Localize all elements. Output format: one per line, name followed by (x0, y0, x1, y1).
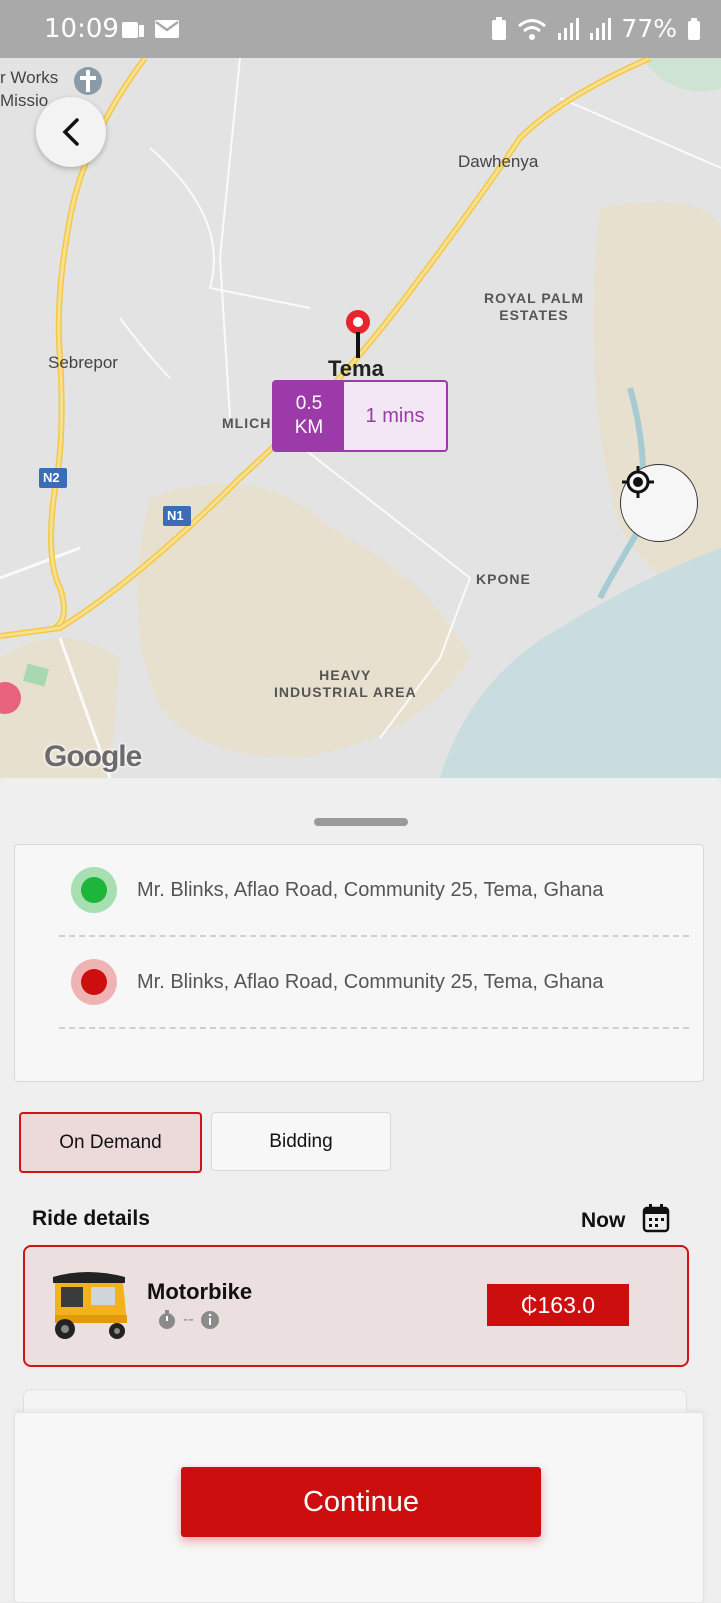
map-label-heavy-industrial: HEAVY INDUSTRIAL AREA (274, 667, 417, 700)
status-bar: 10:09 77% (0, 0, 721, 58)
google-attribution: Google (44, 740, 142, 773)
crosshair-icon (622, 466, 654, 498)
map-label-mission: Missio (0, 91, 49, 110)
battery-icon (688, 17, 700, 40)
highway-shield-n1: N1 (167, 508, 184, 523)
back-button[interactable] (36, 97, 106, 167)
map-label-royal-palm: ROYAL PALM ESTATES (484, 290, 584, 323)
sheet-drag-handle[interactable] (314, 818, 408, 826)
wifi-icon (518, 18, 547, 40)
continue-button[interactable]: Continue (181, 1467, 541, 1537)
map-label-dawhenya: Dawhenya (458, 152, 539, 171)
battery-saver-icon (492, 16, 507, 40)
tab-bidding[interactable]: Bidding (211, 1112, 391, 1171)
calendar-icon[interactable] (642, 1203, 670, 1238)
signal-icon-2 (590, 17, 612, 40)
dropoff-row[interactable]: Mr. Blinks, Aflao Road, Community 25, Te… (59, 937, 689, 1029)
map-label-kpone: KPONE (476, 571, 531, 587)
pickup-address: Mr. Blinks, Aflao Road, Community 25, Te… (137, 878, 604, 901)
route-distance: 0.5 KM (274, 382, 344, 450)
pickup-dot-icon (71, 867, 117, 913)
destination-label: Tema (328, 356, 384, 381)
status-notification-icons (120, 18, 180, 42)
ride-details-title: Ride details (32, 1207, 150, 1230)
route-info-box: 0.5 KM 1 mins (272, 380, 448, 452)
status-time: 10:09 (44, 14, 119, 44)
my-location-button[interactable] (620, 464, 698, 542)
map-view[interactable]: r Works Missio Dawhenya ROYAL PALM ESTAT… (0, 58, 721, 778)
dropoff-dot-icon (71, 959, 117, 1005)
vehicle-name: Motorbike (147, 1279, 253, 1304)
schedule-label[interactable]: Now (581, 1209, 625, 1233)
route-duration: 1 mins (365, 404, 425, 427)
status-right: 77% (491, 14, 701, 43)
address-card: Mr. Blinks, Aflao Road, Community 25, Te… (14, 844, 704, 1082)
tab-on-demand[interactable]: On Demand (19, 1112, 202, 1173)
dropoff-address: Mr. Blinks, Aflao Road, Community 25, Te… (137, 970, 604, 993)
eta-value: -- (183, 1311, 194, 1328)
chevron-left-icon (62, 118, 79, 146)
price-badge: ₵163.0 (487, 1284, 629, 1326)
timer-icon (159, 1310, 175, 1329)
mail-icon (155, 20, 179, 38)
battery-percent: 77% (621, 14, 677, 43)
pickup-row[interactable]: Mr. Blinks, Aflao Road, Community 25, Te… (59, 845, 689, 937)
vehicle-option-card[interactable]: Motorbike -- ₵163.0 (23, 1245, 689, 1367)
map-label-works: r Works (0, 68, 59, 87)
vehicle-eta: -- (157, 1309, 220, 1331)
notification-icon (122, 22, 144, 38)
route-distance-value: 0.5 KM (294, 393, 324, 438)
signal-icon (558, 17, 580, 40)
map-label-sebrepor: Sebrepor (48, 353, 118, 372)
tuk-tuk-icon (47, 1267, 133, 1346)
highway-shield-n2: N2 (43, 470, 60, 485)
info-icon[interactable] (200, 1310, 220, 1330)
